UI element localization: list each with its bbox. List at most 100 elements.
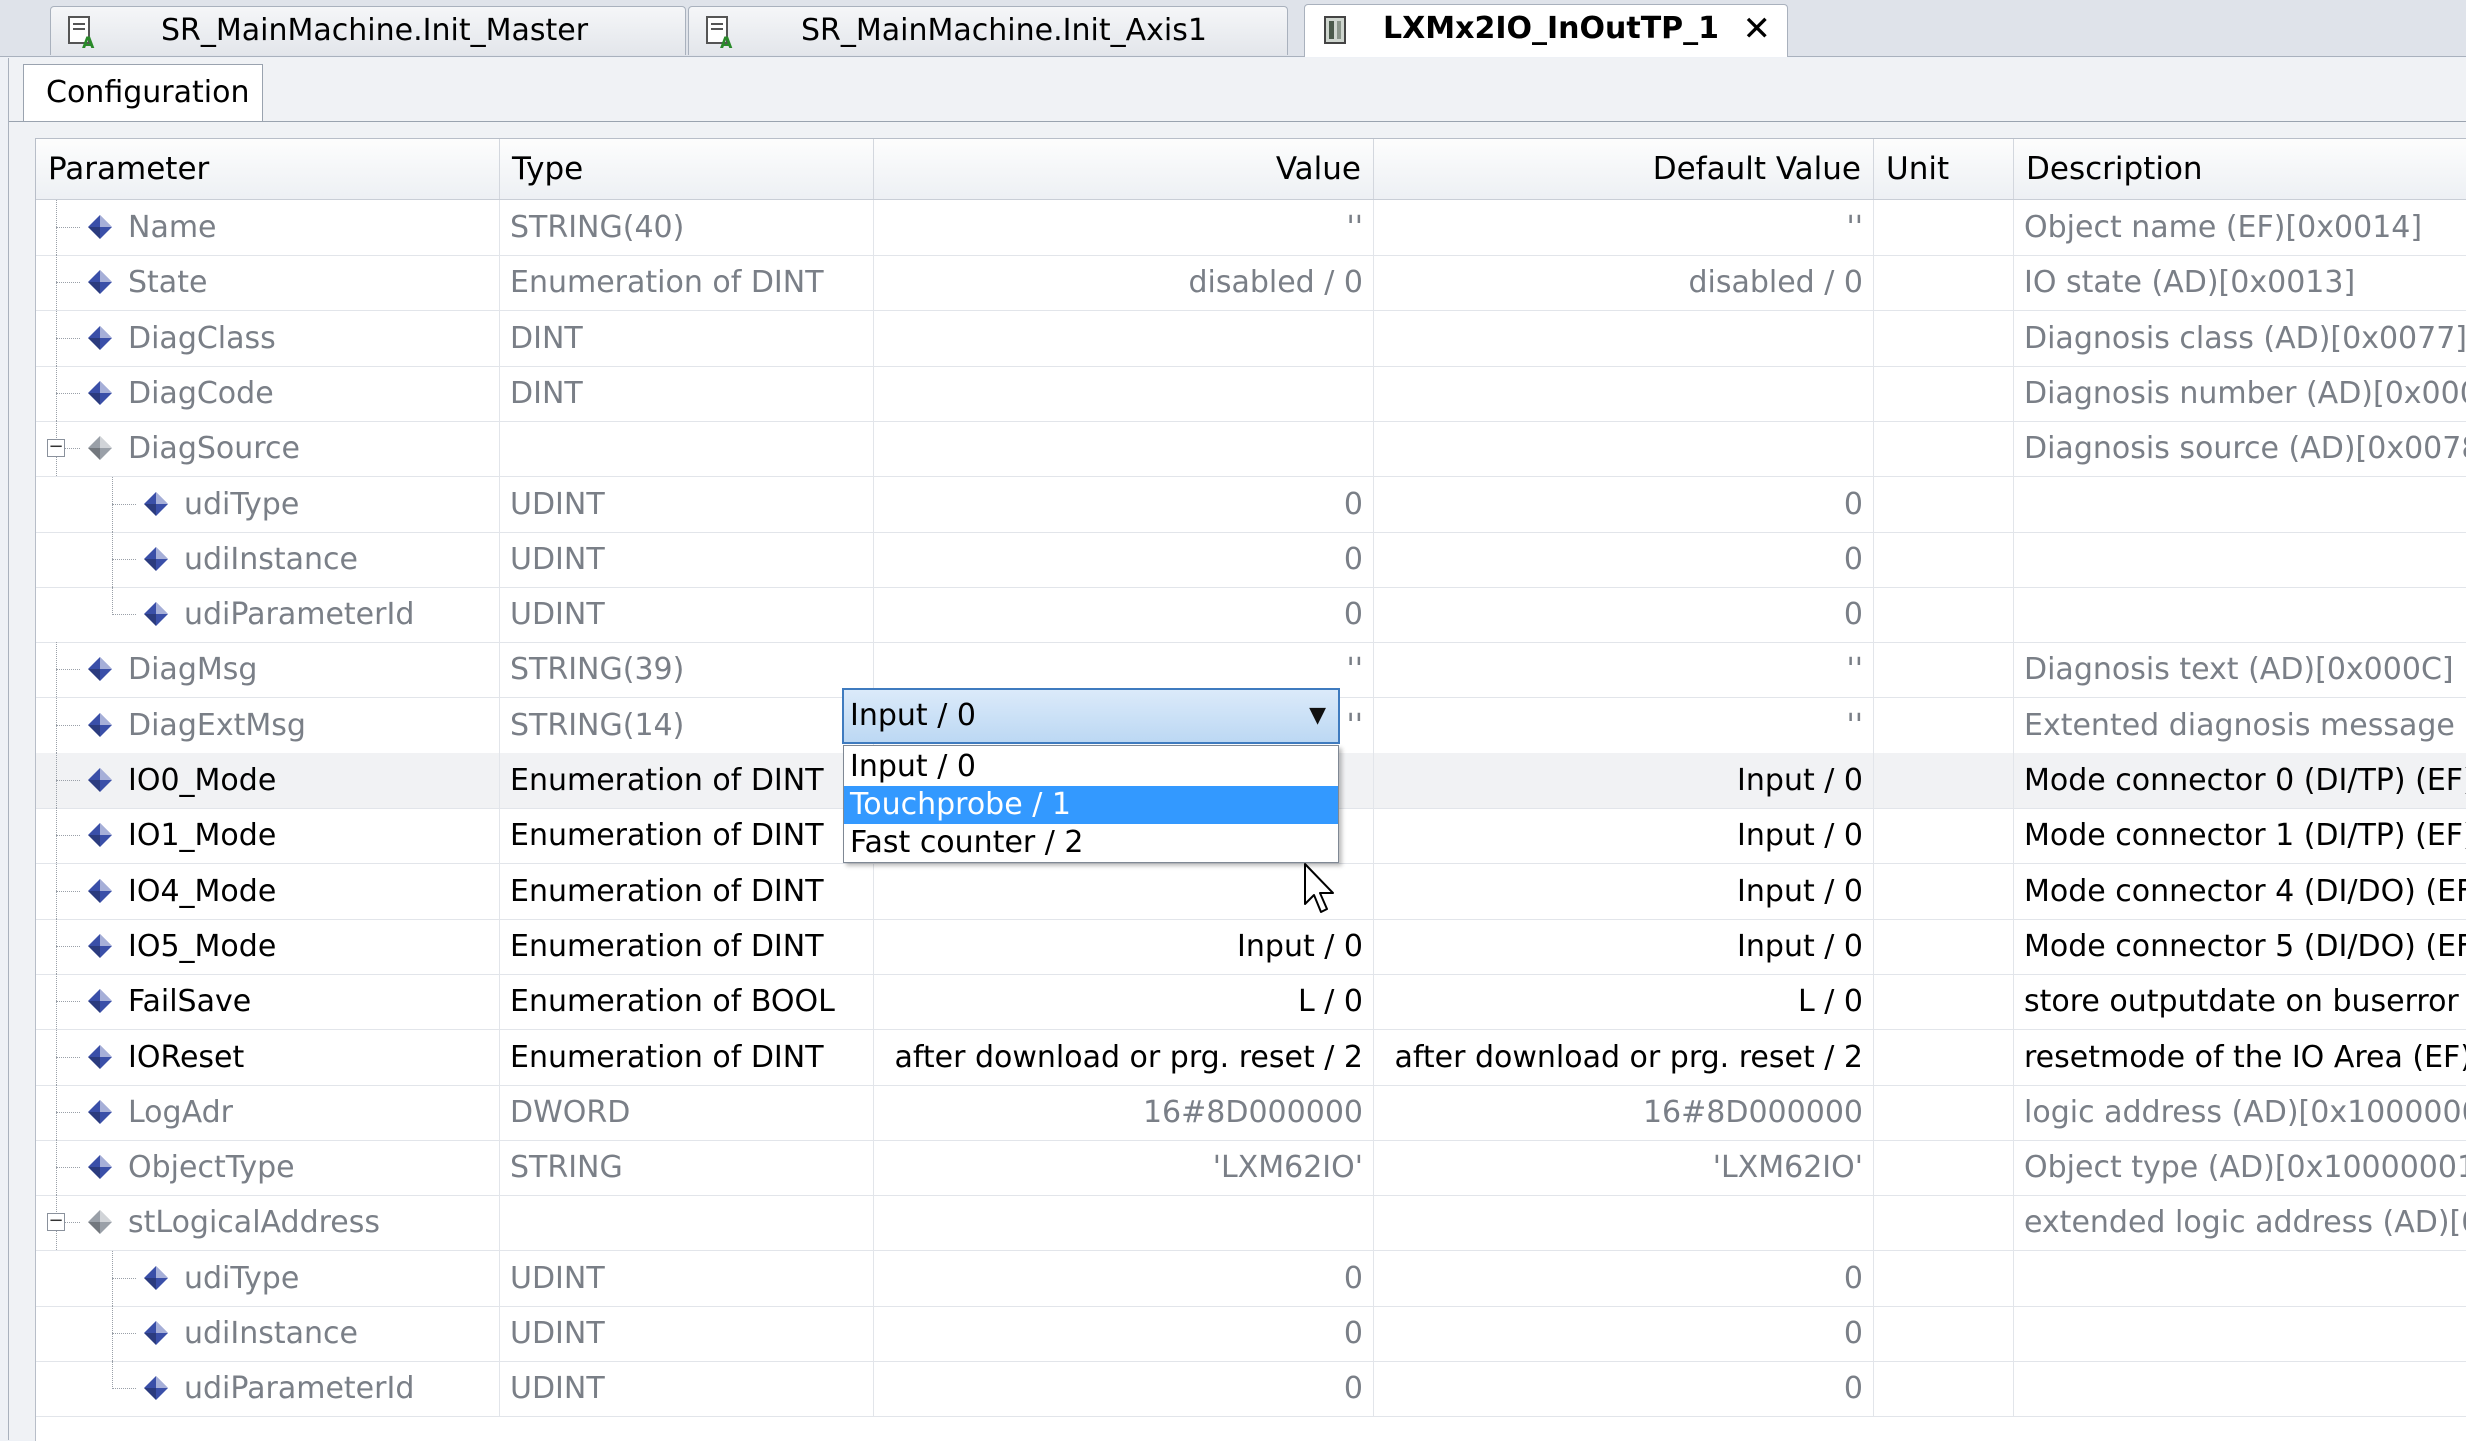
tab-init-master[interactable]: A SR_MainMachine.Init_Master bbox=[50, 6, 686, 55]
unit-cell bbox=[1874, 863, 2014, 919]
table-row-udiparameterid[interactable]: udiParameterId UDINT 0 0 bbox=[36, 587, 2466, 644]
table-row-objecttype[interactable]: ObjectType STRING 'LXM62IO' 'LXM62IO' Object… bbox=[36, 1140, 2466, 1197]
unit-cell bbox=[1874, 255, 2014, 311]
table-row-state[interactable]: State Enumeration of DINT disabled / 0 disa… bbox=[36, 255, 2466, 312]
value-cell: 0 bbox=[874, 1250, 1374, 1306]
column-header-value[interactable]: Value bbox=[874, 139, 1374, 199]
table-row-udiinstance[interactable]: udiInstance UDINT 0 0 bbox=[36, 531, 2466, 588]
table-row-udiinstance[interactable]: udiInstance UDINT 0 0 bbox=[36, 1306, 2466, 1362]
table-row-stlogicaladdress[interactable]: − stLogicalAddress extended logic address … bbox=[36, 1195, 2466, 1252]
value-cell[interactable]: Input / 0 bbox=[874, 918, 1374, 974]
parameter-icon bbox=[88, 933, 112, 958]
unit-cell bbox=[1874, 421, 2014, 477]
parameter-icon bbox=[144, 491, 168, 516]
column-header-default-value[interactable]: Default Value bbox=[1374, 139, 1874, 199]
table-row-diagclass[interactable]: DiagClass DINT Diagnosis class (AD)[0x0077… bbox=[36, 310, 2466, 367]
tree-line bbox=[56, 1167, 80, 1169]
parameter-cell: udiInstance bbox=[36, 1306, 500, 1361]
parameter-name: udiType bbox=[184, 486, 300, 522]
tree-line bbox=[56, 724, 80, 726]
tab-lxmx2io[interactable]: LXMx2IO_InOutTP_1 ✕ bbox=[1304, 4, 1788, 57]
unit-cell bbox=[1874, 365, 2014, 421]
description-cell bbox=[2014, 1251, 2466, 1306]
parameter-icon bbox=[144, 602, 168, 627]
table-row-uditype[interactable]: udiType UDINT 0 0 bbox=[36, 476, 2466, 533]
table-row-diagcode[interactable]: DiagCode DINT Diagnosis number (AD)[0x000A bbox=[36, 365, 2466, 422]
description-cell: IO state (AD)[0x0013] bbox=[2024, 265, 2356, 301]
parameter-icon bbox=[88, 1044, 112, 1069]
value-cell: disabled / 0 bbox=[874, 255, 1374, 311]
svg-text:A: A bbox=[720, 33, 733, 49]
parameter-name: IOReset bbox=[128, 1039, 245, 1075]
unit-cell bbox=[1874, 1084, 2014, 1140]
column-header-parameter[interactable]: Parameter bbox=[36, 139, 500, 199]
description-cell bbox=[2014, 477, 2466, 532]
description-cell: Mode connector 1 (DI/TP) (EF) bbox=[2024, 818, 2466, 854]
tree-line bbox=[112, 614, 136, 616]
parameter-cell: Name bbox=[36, 200, 500, 255]
parameter-icon bbox=[88, 712, 112, 737]
default-value-cell: 0 bbox=[1374, 587, 1874, 643]
table-row-udiparameterid[interactable]: udiParameterId UDINT 0 0 bbox=[36, 1361, 2466, 1418]
parameter-name: State bbox=[128, 265, 208, 301]
description-cell bbox=[2014, 587, 2466, 642]
parameter-icon bbox=[88, 325, 112, 350]
tree-line bbox=[112, 587, 113, 616]
value-cell[interactable]: L / 0 bbox=[874, 974, 1374, 1030]
collapse-icon[interactable]: − bbox=[47, 1212, 65, 1232]
collapse-icon[interactable]: − bbox=[47, 438, 65, 458]
tree-line bbox=[112, 1333, 136, 1334]
parameter-cell: udiInstance bbox=[36, 531, 500, 587]
parameter-cell: DiagCode bbox=[36, 365, 500, 421]
tree-line bbox=[56, 282, 80, 284]
table-row-logadr[interactable]: LogAdr DWORD 16#8D000000 16#8D000000 logic a… bbox=[36, 1084, 2466, 1141]
table-row-uditype[interactable]: udiType UDINT 0 0 bbox=[36, 1250, 2466, 1307]
parameter-icon bbox=[88, 989, 112, 1014]
table-row-name[interactable]: Name STRING(40) '' '' Object name (EF)[0x001… bbox=[36, 200, 2466, 256]
dropdown-option-fast-counter[interactable]: Fast counter / 2 bbox=[844, 824, 1338, 862]
parameter-icon bbox=[88, 823, 112, 848]
value-cell: 0 bbox=[874, 476, 1374, 532]
value-cell bbox=[874, 1195, 1374, 1251]
document-tab-bar: A SR_MainMachine.Init_Master A SR_MainMa… bbox=[0, 0, 2466, 57]
value-cell bbox=[874, 310, 1374, 366]
parameter-cell: DiagClass bbox=[36, 310, 500, 366]
parameter-name: IO4_Mode bbox=[128, 873, 277, 909]
default-value-cell: 0 bbox=[1374, 1361, 1874, 1417]
value-cell[interactable]: after download or prg. reset / 2 bbox=[874, 1029, 1374, 1085]
parameter-icon bbox=[144, 1376, 168, 1401]
description-cell: Diagnosis number (AD)[0x000A bbox=[2024, 375, 2466, 411]
tab-configuration[interactable]: Configuration bbox=[23, 64, 263, 122]
type-cell: UDINT bbox=[500, 1361, 874, 1417]
type-cell: Enumeration of DINT bbox=[500, 753, 874, 808]
parameter-name: udiInstance bbox=[184, 541, 358, 577]
unit-cell bbox=[1874, 200, 2014, 255]
type-cell: UDINT bbox=[500, 476, 874, 532]
parameter-icon bbox=[88, 878, 112, 903]
column-header-description[interactable]: Description bbox=[2014, 139, 2466, 199]
parameter-icon bbox=[88, 1099, 112, 1124]
default-value-cell: Input / 0 bbox=[1374, 918, 1874, 974]
tree-line bbox=[112, 1388, 136, 1390]
description-cell: Object name (EF)[0x0014] bbox=[2024, 210, 2423, 245]
column-header-type[interactable]: Type bbox=[500, 139, 874, 199]
dropdown-option-touchprobe[interactable]: Touchprobe / 1 bbox=[844, 786, 1338, 824]
chevron-down-icon[interactable]: ▼ bbox=[1309, 690, 1326, 742]
column-header-unit[interactable]: Unit bbox=[1874, 139, 2014, 199]
table-row-failsave[interactable]: FailSave Enumeration of BOOL L / 0L / 0 sto… bbox=[36, 974, 2466, 1031]
io0-mode-combobox[interactable]: Input / 0 ▼ bbox=[842, 688, 1340, 744]
table-row-diagsource[interactable]: − DiagSource Diagnosis source (AD)[0x0078 bbox=[36, 421, 2466, 478]
close-icon[interactable]: ✕ bbox=[1743, 5, 1772, 53]
table-row-io5-mode[interactable]: IO5_Mode Enumeration of DINT Input / 0 Inpu… bbox=[36, 918, 2466, 975]
table-row-ioreset[interactable]: IOReset Enumeration of DINT after download… bbox=[36, 1029, 2466, 1086]
table-row-io4-mode[interactable]: IO4_Mode Enumeration of DINT Input / 0 Mode… bbox=[36, 863, 2466, 920]
dropdown-option-input[interactable]: Input / 0 bbox=[844, 748, 1338, 786]
parameter-name: DiagExtMsg bbox=[128, 707, 306, 743]
type-cell: Enumeration of BOOL bbox=[500, 974, 874, 1030]
value-cell[interactable] bbox=[874, 863, 1374, 919]
tab-init-axis1[interactable]: A SR_MainMachine.Init_Axis1 bbox=[688, 6, 1288, 55]
type-cell: Enumeration of DINT bbox=[500, 918, 874, 974]
type-cell: Enumeration of DINT bbox=[500, 808, 874, 864]
value-cell: 0 bbox=[874, 587, 1374, 643]
type-cell bbox=[500, 421, 874, 477]
